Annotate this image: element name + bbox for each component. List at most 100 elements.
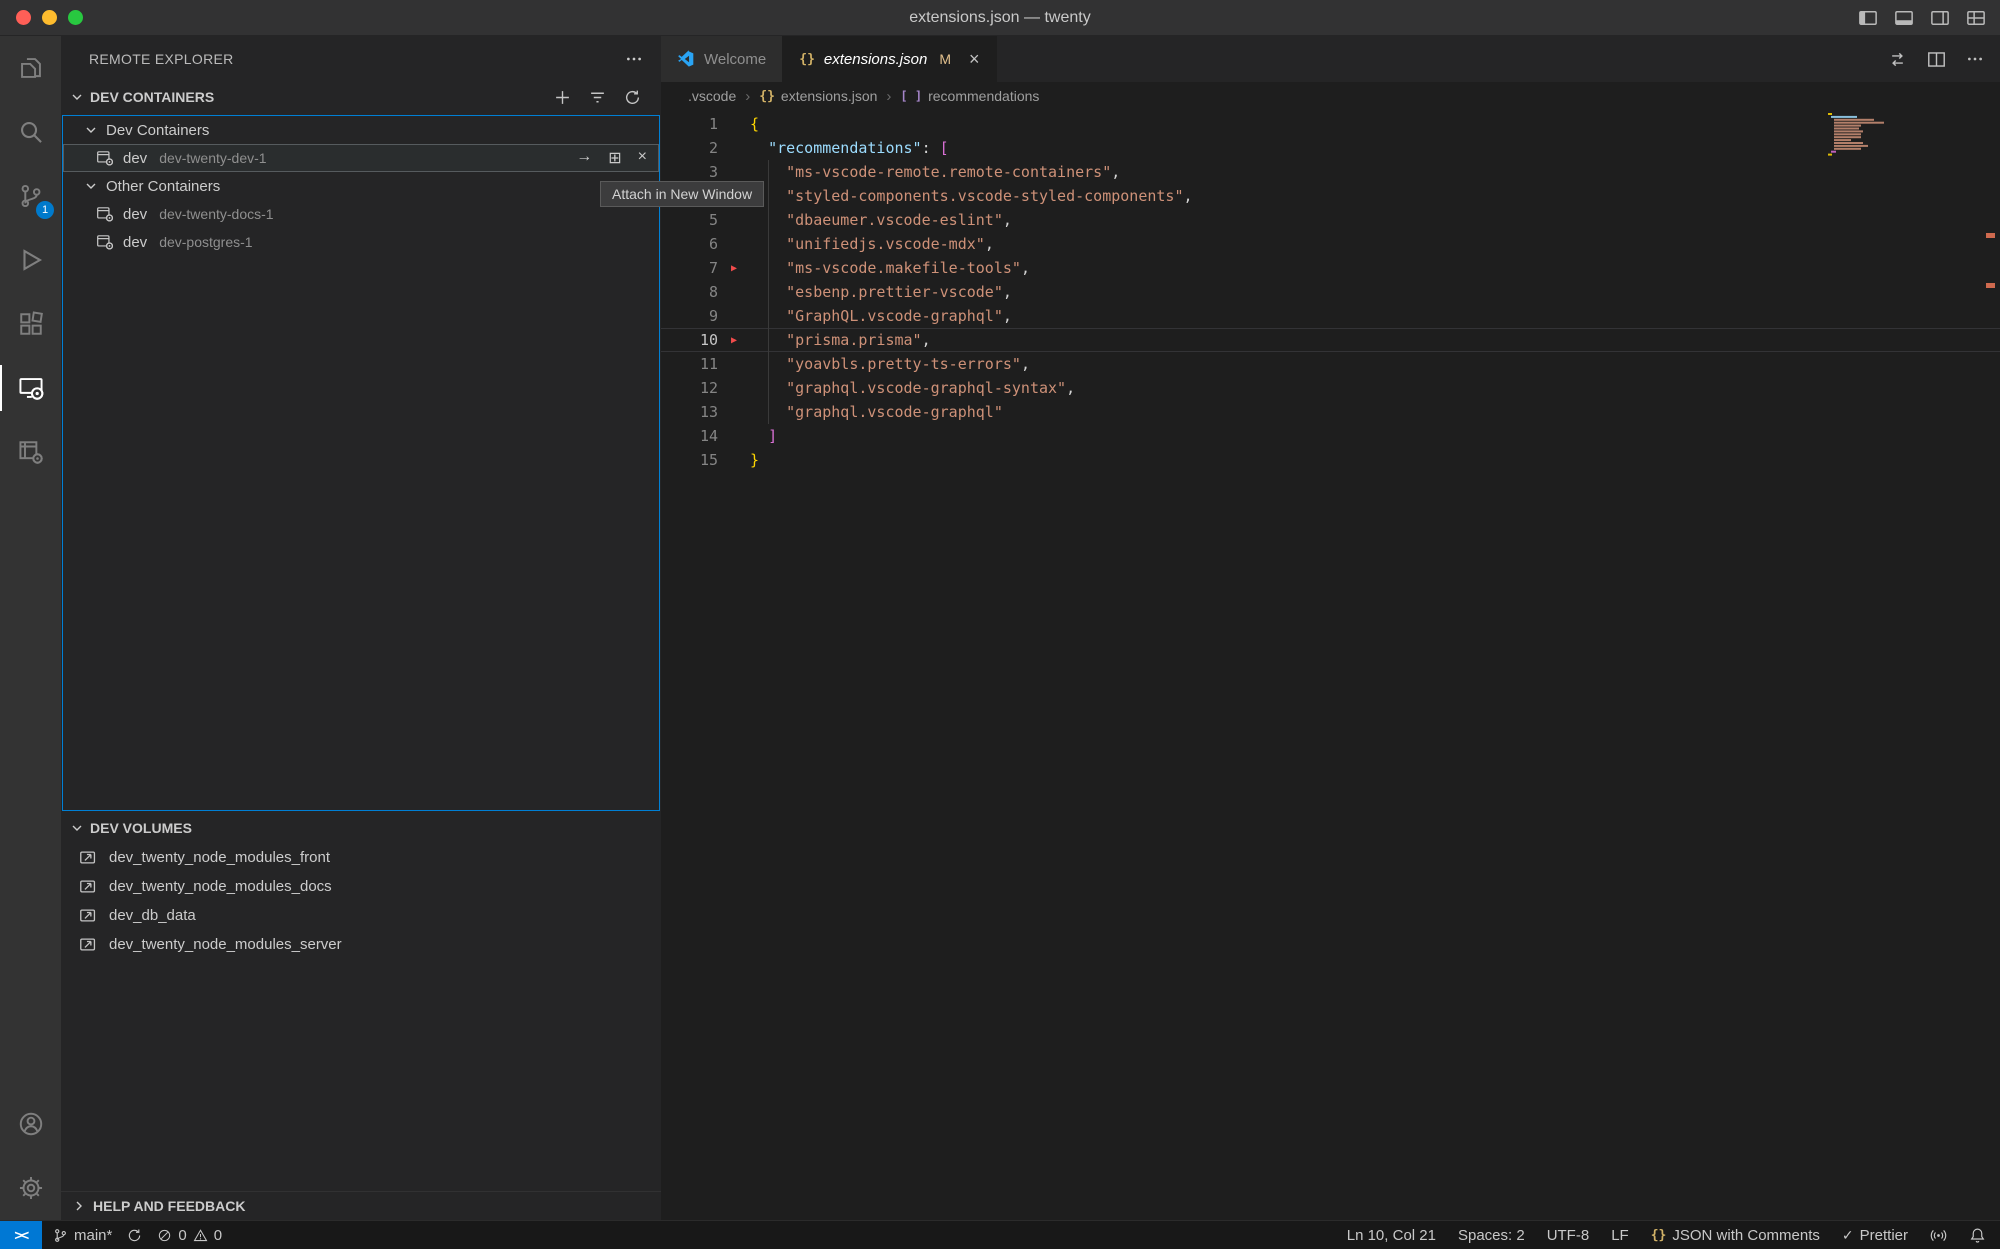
code-line-3[interactable]: 3 "ms-vscode-remote.remote-containers",: [661, 160, 2000, 184]
remote-indicator[interactable]: ><: [0, 1221, 42, 1249]
breadcrumb-extensions-json[interactable]: {} extensions.json: [759, 88, 877, 104]
code-line-9[interactable]: 9 "GraphQL.vscode-graphql",: [661, 304, 2000, 328]
code-line-14[interactable]: 14 ]: [661, 424, 2000, 448]
explorer-icon[interactable]: [0, 36, 61, 100]
sidebar-remote-explorer: REMOTE EXPLORER DEV CONTAINERS Dev Conta…: [61, 36, 661, 1220]
notifications-bell-icon[interactable]: [1969, 1227, 1986, 1244]
remove-container-button[interactable]: ×: [638, 148, 647, 168]
tab-welcome[interactable]: Welcome: [661, 36, 783, 82]
tab-extensions-json[interactable]: {} extensions.json M ×: [783, 36, 996, 82]
line-number: 15: [661, 451, 718, 469]
volume-item-dev_twenty_node_modules_docs[interactable]: dev_twenty_node_modules_docs: [61, 872, 661, 901]
dev-volumes-list: dev_twenty_node_modules_frontdev_twenty_…: [61, 843, 661, 959]
code-line-8[interactable]: 8 "esbenp.prettier-vscode",: [661, 280, 2000, 304]
volume-item-dev_twenty_node_modules_front[interactable]: dev_twenty_node_modules_front: [61, 843, 661, 872]
zoom-window-button[interactable]: [68, 10, 83, 25]
minimap[interactable]: [1828, 113, 1892, 159]
code-line-10[interactable]: 10▶ "prisma.prisma",: [661, 328, 2000, 352]
tree-group-other-containers[interactable]: Other Containers: [63, 172, 659, 200]
breadcrumb-separator: ›: [886, 88, 891, 105]
section-dev-containers[interactable]: DEV CONTAINERS: [61, 82, 661, 112]
breadcrumb-recommendations[interactable]: [ ] recommendations: [900, 88, 1039, 104]
code-line-5[interactable]: 5 "dbaeumer.vscode-eslint",: [661, 208, 2000, 232]
tree-group-dev-containers[interactable]: Dev Containers: [63, 116, 659, 144]
container-item-dev-twenty-docs-1[interactable]: devdev-twenty-docs-1: [63, 200, 659, 228]
close-tab-icon[interactable]: ×: [969, 50, 980, 68]
more-actions-icon[interactable]: [625, 50, 643, 68]
filter-icon[interactable]: [589, 89, 606, 106]
line-number: 3: [661, 163, 718, 181]
container-item-dev-postgres-1[interactable]: devdev-postgres-1: [63, 228, 659, 256]
search-icon[interactable]: [0, 100, 61, 164]
code-line-6[interactable]: 6 "unifiedjs.vscode-mdx",: [661, 232, 2000, 256]
sync-icon[interactable]: [127, 1228, 142, 1243]
eol-sequence[interactable]: LF: [1611, 1227, 1629, 1244]
code-editor[interactable]: 1{2 "recommendations": [3 "ms-vscode-rem…: [661, 110, 2000, 1220]
code-line-7[interactable]: 7▶ "ms-vscode.makefile-tools",: [661, 256, 2000, 280]
containers-icon[interactable]: [0, 420, 61, 484]
toggle-sidebar-left-icon[interactable]: [1858, 8, 1878, 28]
sidebar-title: REMOTE EXPLORER: [89, 51, 625, 67]
container-item-dev-twenty-dev-1[interactable]: devdev-twenty-dev-1→⊞×: [63, 144, 659, 172]
section-help-and-feedback[interactable]: HELP AND FEEDBACK: [61, 1191, 661, 1220]
volume-item-dev_db_data[interactable]: dev_db_data: [61, 901, 661, 930]
new-dev-container-icon[interactable]: [554, 89, 571, 106]
warnings-icon: [193, 1228, 208, 1243]
code-line-1[interactable]: 1{: [661, 112, 2000, 136]
language-mode[interactable]: {} JSON with Comments: [1651, 1227, 1820, 1244]
symbol-array-icon: [ ]: [900, 89, 922, 103]
extensions-icon[interactable]: [0, 292, 61, 356]
code-line-11[interactable]: 11 "yoavbls.pretty-ts-errors",: [661, 352, 2000, 376]
attach-in-current-window-button[interactable]: →: [576, 148, 592, 168]
cursor-position[interactable]: Ln 10, Col 21: [1347, 1227, 1436, 1244]
chevron-down-icon: [69, 89, 85, 105]
problems-item[interactable]: 0 0: [157, 1227, 222, 1244]
vscode-window: extensions.json — twenty 1: [0, 0, 2000, 1249]
refresh-icon[interactable]: [624, 89, 641, 106]
breadcrumb-vscode[interactable]: .vscode: [688, 88, 736, 104]
accounts-icon[interactable]: [0, 1092, 61, 1156]
code-line-2[interactable]: 2 "recommendations": [: [661, 136, 2000, 160]
code-line-13[interactable]: 13 "graphql.vscode-graphql": [661, 400, 2000, 424]
line-number: 10: [661, 331, 718, 349]
remote-explorer-icon[interactable]: [0, 356, 61, 420]
line-number: 14: [661, 427, 718, 445]
line-number: 12: [661, 379, 718, 397]
dev-volume-icon: [79, 848, 99, 868]
minimize-window-button[interactable]: [42, 10, 57, 25]
split-editor-icon[interactable]: [1927, 50, 1946, 69]
open-changes-icon[interactable]: [1888, 50, 1907, 69]
chevron-down-icon: [69, 820, 85, 836]
line-number: 6: [661, 235, 718, 253]
code-line-15[interactable]: 15}: [661, 448, 2000, 472]
line-number: 7: [661, 259, 718, 277]
attach-in-new-window-button[interactable]: ⊞: [608, 148, 621, 168]
indentation[interactable]: Spaces: 2: [1458, 1227, 1525, 1244]
overview-ruler-mark: [1986, 283, 1995, 288]
broadcast-icon[interactable]: [1930, 1227, 1947, 1244]
dev-volume-icon: [79, 935, 99, 955]
toggle-sidebar-right-icon[interactable]: [1930, 8, 1950, 28]
braces-icon: {}: [1651, 1228, 1667, 1243]
section-dev-volumes[interactable]: DEV VOLUMES: [61, 813, 661, 843]
settings-gear-icon[interactable]: [0, 1156, 61, 1220]
errors-icon: [157, 1228, 172, 1243]
breadcrumb-separator: ›: [745, 88, 750, 105]
line-number: 13: [661, 403, 718, 421]
code-line-4[interactable]: 4 "styled-components.vscode-styled-compo…: [661, 184, 2000, 208]
code-line-12[interactable]: 12 "graphql.vscode-graphql-syntax",: [661, 376, 2000, 400]
git-branch-item[interactable]: main*: [53, 1227, 112, 1244]
run-debug-icon[interactable]: [0, 228, 61, 292]
customize-layout-icon[interactable]: [1966, 8, 1986, 28]
toggle-panel-icon[interactable]: [1894, 8, 1914, 28]
editor-more-actions-icon[interactable]: [1966, 50, 1984, 68]
close-window-button[interactable]: [16, 10, 31, 25]
volume-item-dev_twenty_node_modules_server[interactable]: dev_twenty_node_modules_server: [61, 930, 661, 959]
titlebar: extensions.json — twenty: [0, 0, 2000, 36]
tooltip-attach-in-new-window: Attach in New Window: [600, 181, 764, 207]
source-control-icon[interactable]: 1: [0, 164, 61, 228]
dev-volume-icon: [79, 877, 99, 897]
formatter-item[interactable]: ✓ Prettier: [1842, 1227, 1908, 1244]
editor-group: Welcome {} extensions.json M × .vscode ›: [661, 36, 2000, 1220]
encoding[interactable]: UTF-8: [1547, 1227, 1590, 1244]
